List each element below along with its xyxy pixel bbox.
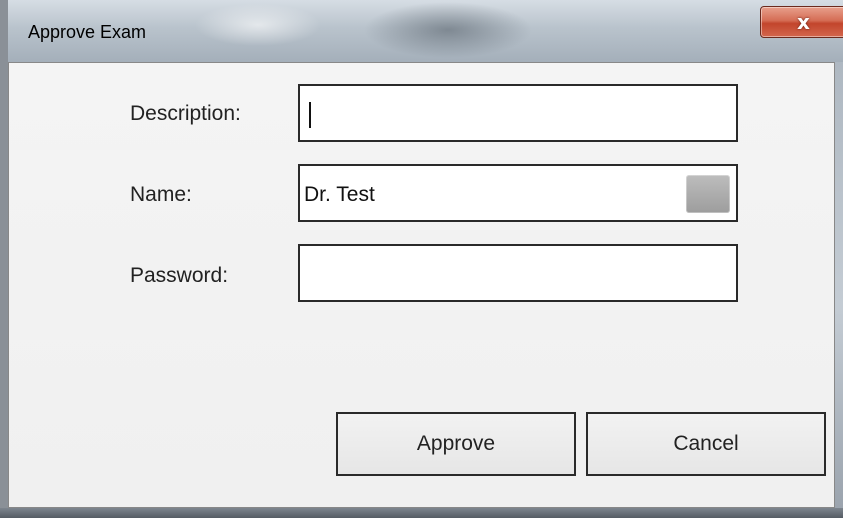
name-label: Name:: [130, 183, 192, 206]
approve-button[interactable]: Approve: [336, 412, 576, 476]
password-label: Password:: [130, 264, 229, 287]
dialog-title: Approve Exam: [28, 22, 147, 42]
description-label: Description:: [130, 102, 241, 125]
name-input[interactable]: Dr. Test: [298, 164, 738, 222]
description-input[interactable]: [298, 84, 738, 142]
cancel-button[interactable]: Cancel: [586, 412, 826, 476]
window-bottom-border: [0, 508, 843, 518]
name-value: Dr. Test: [304, 183, 375, 206]
password-input[interactable]: [298, 244, 738, 302]
title-bar[interactable]: Approve Exam x: [8, 0, 843, 62]
picker-button[interactable]: [686, 175, 730, 213]
text-caret: [309, 102, 311, 128]
close-icon: x: [797, 10, 810, 34]
close-button[interactable]: x: [760, 6, 843, 38]
